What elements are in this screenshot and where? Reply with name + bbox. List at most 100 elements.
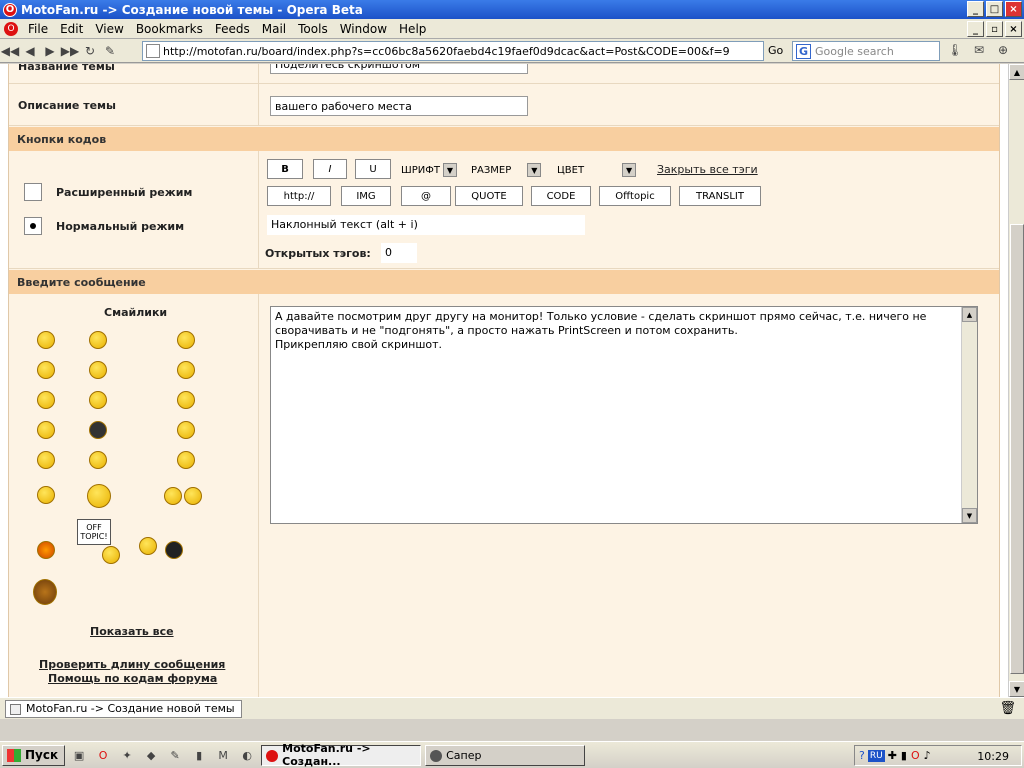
- close-tags-link[interactable]: Закрыть все тэги: [657, 163, 758, 176]
- smiley-icon[interactable]: [177, 331, 195, 349]
- translit-button[interactable]: TRANSLIT: [679, 186, 761, 206]
- quicklaunch-icon[interactable]: ✦: [117, 745, 137, 765]
- quicklaunch-icon[interactable]: ▮: [189, 745, 209, 765]
- smiley-icon[interactable]: [37, 451, 55, 469]
- mode-extended-radio[interactable]: [24, 183, 42, 201]
- menu-view[interactable]: View: [89, 22, 129, 36]
- doc-restore-button[interactable]: ▫: [986, 21, 1003, 37]
- smiley-ninja-icon[interactable]: [89, 421, 107, 439]
- smiley-icon[interactable]: [37, 421, 55, 439]
- color-select[interactable]: ЦВЕТ ▼: [557, 162, 637, 178]
- smiley-icon[interactable]: [37, 331, 55, 349]
- back-icon[interactable]: ◀: [20, 41, 40, 61]
- smiley-icon[interactable]: [177, 391, 195, 409]
- offtopic-button[interactable]: Offtopic: [599, 186, 671, 206]
- forward-icon[interactable]: ▶: [40, 41, 60, 61]
- check-length-link[interactable]: Проверить длину сообщения: [39, 658, 225, 671]
- smiley-icon[interactable]: [89, 451, 107, 469]
- menu-help[interactable]: Help: [393, 22, 432, 36]
- smiley-icon[interactable]: [37, 361, 55, 379]
- menu-tools[interactable]: Tools: [292, 22, 334, 36]
- reload-icon[interactable]: ↻: [80, 41, 100, 61]
- img-button[interactable]: IMG: [341, 186, 391, 206]
- quicklaunch-icon[interactable]: ▣: [69, 745, 89, 765]
- tray-icon[interactable]: ▮: [901, 749, 907, 762]
- topic-title-input[interactable]: Поделитесь скриншотом: [270, 64, 528, 74]
- smiley-beaver-icon[interactable]: [33, 579, 57, 605]
- smiley-offtopic-icon[interactable]: [102, 546, 120, 564]
- scroll-thumb[interactable]: [1010, 224, 1024, 674]
- smiley-icon[interactable]: [89, 361, 107, 379]
- message-scrollbar[interactable]: ▲ ▼: [961, 307, 977, 523]
- italic-button[interactable]: I: [313, 159, 347, 179]
- http-button[interactable]: http://: [267, 186, 331, 206]
- smiley-icon[interactable]: [177, 361, 195, 379]
- smiley-angry-icon[interactable]: [37, 541, 55, 559]
- doc-close-button[interactable]: ×: [1005, 21, 1022, 37]
- smiley-cool-icon[interactable]: [177, 451, 195, 469]
- quote-button[interactable]: QUOTE: [455, 186, 523, 206]
- size-select[interactable]: РАЗМЕР ▼: [471, 162, 542, 178]
- maximize-button[interactable]: □: [986, 1, 1003, 17]
- scroll-up-icon[interactable]: ▲: [1009, 64, 1024, 80]
- font-select[interactable]: ШРИФТ ▼: [401, 162, 457, 178]
- scroll-down-icon[interactable]: ▼: [1009, 681, 1024, 697]
- smiley-icon[interactable]: [37, 391, 55, 409]
- help-icon[interactable]: ?: [859, 749, 865, 762]
- window-titlebar[interactable]: O MotoFan.ru -> Создание новой темы - Op…: [0, 0, 1024, 19]
- bold-button[interactable]: B: [267, 159, 303, 179]
- thermometer-icon[interactable]: 🌡: [945, 40, 965, 60]
- page-scrollbar[interactable]: ▲ ▼: [1008, 64, 1024, 697]
- search-input[interactable]: G Google search: [792, 41, 940, 61]
- scroll-up-icon[interactable]: ▲: [962, 307, 977, 322]
- task-minesweeper[interactable]: Сапер: [425, 744, 586, 766]
- quicklaunch-icon[interactable]: ✎: [165, 745, 185, 765]
- smiley-drink-icon[interactable]: [164, 487, 182, 505]
- menu-feeds[interactable]: Feeds: [209, 22, 256, 36]
- menu-bookmarks[interactable]: Bookmarks: [130, 22, 209, 36]
- zoom-icon[interactable]: ⊕: [993, 40, 1013, 60]
- help-codes-link[interactable]: Помощь по кодам форума: [48, 672, 217, 685]
- underline-button[interactable]: U: [355, 159, 391, 179]
- tray-icon[interactable]: ♪: [924, 749, 931, 762]
- edit-icon[interactable]: ✎: [100, 41, 120, 61]
- task-opera[interactable]: MotoFan.ru -> Создан...: [261, 742, 422, 768]
- smiley-jedi-icon[interactable]: [139, 537, 157, 555]
- quicklaunch-opera-icon[interactable]: O: [93, 745, 113, 765]
- doc-minimize-button[interactable]: _: [967, 21, 984, 37]
- minimize-button[interactable]: _: [967, 1, 984, 17]
- email-button[interactable]: @: [401, 186, 451, 206]
- quicklaunch-icon[interactable]: M: [213, 745, 233, 765]
- tray-icon[interactable]: O: [911, 749, 920, 762]
- menu-window[interactable]: Window: [334, 22, 393, 36]
- menu-mail[interactable]: Mail: [256, 22, 292, 36]
- smiley-icon[interactable]: [177, 421, 195, 439]
- smiley-icon[interactable]: [89, 391, 107, 409]
- smiley-icon[interactable]: [89, 331, 107, 349]
- back-fast-icon[interactable]: ◀◀: [0, 41, 20, 61]
- smiley-drink-icon[interactable]: [184, 487, 202, 505]
- offtopic-sign[interactable]: OFF TOPIC!: [77, 519, 111, 545]
- quicklaunch-icon[interactable]: ◐: [237, 745, 257, 765]
- menu-edit[interactable]: Edit: [54, 22, 89, 36]
- forward-fast-icon[interactable]: ▶▶: [60, 41, 80, 61]
- scroll-down-icon[interactable]: ▼: [962, 508, 977, 523]
- go-button[interactable]: Go: [768, 44, 783, 57]
- quicklaunch-icon[interactable]: ◆: [141, 745, 161, 765]
- smiley-cheer-icon[interactable]: [87, 484, 111, 508]
- mode-normal-radio[interactable]: [24, 217, 42, 235]
- close-button[interactable]: ×: [1005, 1, 1022, 17]
- code-button[interactable]: CODE: [531, 186, 591, 206]
- address-field[interactable]: http://motofan.ru/board/index.php?s=cc06…: [142, 41, 764, 61]
- message-textarea[interactable]: А давайте посмотрим друг другу на монито…: [270, 306, 978, 524]
- smiley-icon[interactable]: [37, 486, 55, 504]
- smiley-vader-icon[interactable]: [165, 541, 183, 559]
- start-button[interactable]: Пуск: [2, 744, 66, 766]
- menu-file[interactable]: File: [22, 22, 54, 36]
- page-tab[interactable]: MotoFan.ru -> Создание новой темы: [5, 699, 242, 718]
- show-all-link[interactable]: Показать все: [90, 625, 174, 638]
- mail-icon[interactable]: ✉: [969, 40, 989, 60]
- language-indicator[interactable]: RU: [867, 749, 885, 762]
- tray-icon[interactable]: ✚: [888, 749, 897, 762]
- opera-menu-icon[interactable]: O: [4, 21, 18, 36]
